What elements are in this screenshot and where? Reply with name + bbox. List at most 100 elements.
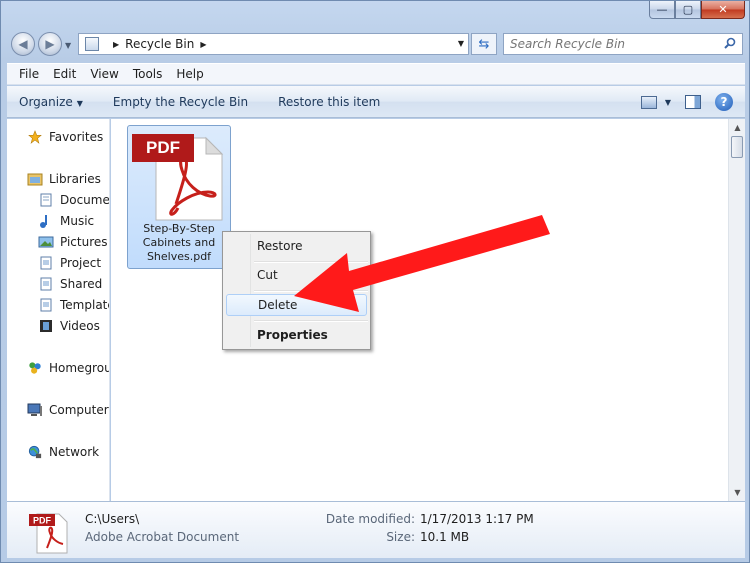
music-note-icon bbox=[40, 215, 47, 228]
address-bar[interactable]: ▶ Recycle Bin ▶ ▼ bbox=[78, 33, 469, 55]
maximize-icon: ▢ bbox=[682, 3, 694, 16]
sidebar-item-label: Libraries bbox=[49, 172, 101, 186]
sidebar-item-label: Network bbox=[49, 445, 100, 459]
caption-buttons: — ▢ ✕ bbox=[649, 1, 745, 19]
scroll-thumb[interactable] bbox=[731, 136, 743, 158]
sidebar-item-project[interactable]: Project bbox=[38, 254, 101, 272]
vertical-scrollbar[interactable]: ▲ ▼ bbox=[728, 119, 745, 501]
context-restore[interactable]: Restore bbox=[226, 235, 367, 257]
file-name-line: Step-By-Step bbox=[143, 222, 215, 235]
network-globe-icon bbox=[28, 445, 42, 459]
recent-pages-dropdown[interactable]: ▼ bbox=[65, 41, 71, 50]
context-separator bbox=[254, 261, 368, 263]
sidebar-item-homegroup[interactable]: Homegroup bbox=[27, 359, 109, 377]
sidebar-item-documents[interactable]: Documents bbox=[38, 191, 109, 209]
context-cut[interactable]: Cut bbox=[226, 264, 367, 286]
minimize-icon: — bbox=[656, 3, 668, 16]
context-separator bbox=[254, 290, 368, 292]
back-arrow-icon: ◀ bbox=[18, 37, 28, 51]
context-separator bbox=[254, 320, 368, 322]
context-delete[interactable]: Delete bbox=[226, 294, 367, 316]
forward-button[interactable]: ▶ bbox=[38, 32, 62, 56]
menu-file[interactable]: File bbox=[19, 67, 39, 81]
homegroup-icon bbox=[29, 362, 41, 374]
pictures-icon bbox=[38, 236, 54, 248]
sidebar-item-shared[interactable]: Shared bbox=[38, 275, 102, 293]
scroll-up-icon[interactable]: ▲ bbox=[729, 119, 746, 136]
menu-edit[interactable]: Edit bbox=[53, 67, 76, 81]
file-name-line: Cabinets and bbox=[142, 236, 216, 249]
change-view-icon[interactable] bbox=[640, 95, 657, 109]
menu-view[interactable]: View bbox=[90, 67, 118, 81]
chevron-down-icon: ▼ bbox=[76, 98, 83, 108]
sidebar-item-label: Project bbox=[60, 256, 102, 270]
details-size-value: 10.1 MB bbox=[420, 530, 470, 544]
sidebar-item-label: Favorites bbox=[49, 130, 104, 144]
sidebar-item-label: Homegroup bbox=[49, 361, 109, 375]
refresh-icon: ⇆ bbox=[478, 36, 490, 52]
shared-library-icon bbox=[40, 277, 52, 291]
organize-label: Organize bbox=[19, 94, 73, 109]
breadcrumb-recycle-bin[interactable]: Recycle Bin bbox=[125, 37, 194, 51]
sidebar-item-label: Computer bbox=[49, 403, 109, 417]
scroll-down-icon[interactable]: ▼ bbox=[729, 484, 746, 501]
film-strip-icon bbox=[40, 320, 52, 332]
explorer-window: — ▢ ✕ ◀ ▶ ▼ ▶ Recycle Bin ▶ ▼ ⇆ File Edi… bbox=[0, 0, 750, 563]
libraries-folder-icon bbox=[27, 173, 43, 186]
context-properties[interactable]: Properties bbox=[226, 324, 367, 346]
sidebar-item-videos[interactable]: Videos bbox=[38, 317, 100, 335]
close-icon: ✕ bbox=[718, 3, 728, 16]
command-bar-right: ▼ ? bbox=[640, 93, 733, 111]
navigation-pane: Favorites Libraries Documents Music Pict… bbox=[7, 119, 110, 501]
organize-button[interactable]: Organize ▼ bbox=[19, 95, 83, 109]
details-date-value: 1/17/2013 1:17 PM bbox=[420, 512, 534, 526]
svg-text:PDF: PDF bbox=[33, 516, 52, 526]
file-list-area[interactable]: PDF Step-By-Step Cabinets and Shelves.pd… bbox=[111, 119, 728, 501]
project-library-icon bbox=[40, 256, 52, 270]
star-icon bbox=[28, 130, 42, 144]
close-button[interactable]: ✕ bbox=[701, 1, 745, 19]
details-pane: PDF C:\Users\ Adobe Acrobat Document Dat… bbox=[7, 501, 745, 558]
sidebar-item-label: Shared bbox=[60, 277, 103, 291]
sidebar-item-music[interactable]: Music bbox=[38, 212, 94, 230]
search-input[interactable] bbox=[510, 37, 715, 51]
sidebar-item-favorites[interactable]: Favorites bbox=[27, 128, 103, 146]
forward-arrow-icon: ▶ bbox=[45, 37, 55, 51]
sidebar-item-label: Templates bbox=[60, 298, 109, 312]
breadcrumb-chevron-icon[interactable]: ▶ bbox=[200, 40, 206, 49]
view-options-dropdown-icon[interactable]: ▼ bbox=[665, 98, 671, 107]
sidebar-item-computer[interactable]: Computer bbox=[27, 401, 109, 419]
sidebar-item-pictures[interactable]: Pictures bbox=[38, 233, 108, 251]
sidebar-item-label: Videos bbox=[60, 319, 100, 333]
help-icon[interactable]: ? bbox=[715, 93, 733, 111]
breadcrumb-chevron-icon[interactable]: ▶ bbox=[113, 40, 119, 49]
menu-tools[interactable]: Tools bbox=[133, 67, 163, 81]
pdf-badge: PDF bbox=[132, 134, 194, 162]
minimize-button[interactable]: — bbox=[649, 1, 675, 19]
documents-icon bbox=[40, 193, 52, 207]
computer-icon bbox=[27, 403, 42, 416]
restore-item-button[interactable]: Restore this item bbox=[278, 95, 380, 109]
maximize-button[interactable]: ▢ bbox=[675, 1, 701, 19]
menu-bar: File Edit View Tools Help bbox=[7, 63, 745, 85]
refresh-button[interactable]: ⇆ bbox=[471, 33, 497, 55]
context-menu: Restore Cut Delete Properties bbox=[222, 231, 371, 350]
address-dropdown-icon[interactable]: ▼ bbox=[458, 39, 464, 48]
search-icon[interactable] bbox=[724, 37, 736, 49]
details-file-type: Adobe Acrobat Document bbox=[85, 530, 240, 544]
file-item-selected[interactable]: PDF Step-By-Step Cabinets and Shelves.pd… bbox=[127, 125, 231, 269]
file-name-label: Step-By-Step Cabinets and Shelves.pdf bbox=[128, 222, 230, 264]
details-size-label: Size: bbox=[386, 530, 415, 544]
details-date-label: Date modified: bbox=[325, 512, 415, 526]
sidebar-item-network[interactable]: Network bbox=[27, 443, 99, 461]
file-name-line: Shelves.pdf bbox=[146, 250, 212, 263]
recycle-bin-icon bbox=[85, 37, 99, 51]
back-button[interactable]: ◀ bbox=[11, 32, 35, 56]
sidebar-item-label: Music bbox=[60, 214, 95, 228]
search-box[interactable] bbox=[503, 33, 743, 55]
menu-help[interactable]: Help bbox=[176, 67, 203, 81]
sidebar-item-libraries[interactable]: Libraries bbox=[27, 170, 101, 188]
empty-recycle-bin-button[interactable]: Empty the Recycle Bin bbox=[113, 95, 248, 109]
preview-pane-icon[interactable] bbox=[685, 95, 701, 109]
sidebar-item-templates[interactable]: Templates bbox=[38, 296, 109, 314]
